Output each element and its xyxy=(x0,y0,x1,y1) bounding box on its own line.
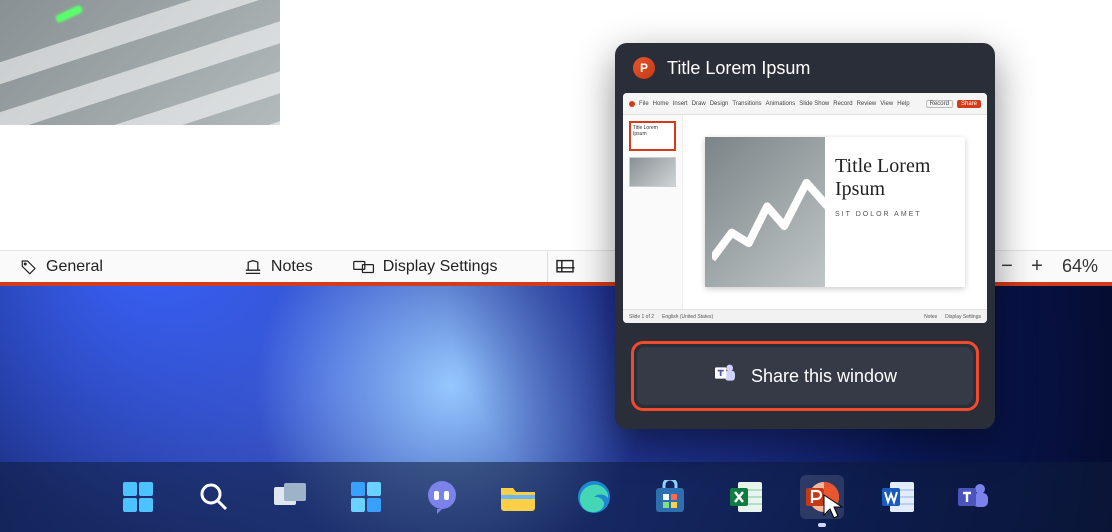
thumb-status-bar: Slide 1 of 2 English (United States) Not… xyxy=(623,309,987,323)
excel-icon[interactable] xyxy=(724,475,768,519)
task-view-icon[interactable] xyxy=(268,475,312,519)
thumb-ribbon: File Home Insert Draw Design Transitions… xyxy=(623,93,987,115)
zoom-in-button[interactable]: + xyxy=(1026,255,1048,278)
preview-titlebar[interactable]: P Title Lorem Ipsum xyxy=(615,43,995,93)
share-window-button[interactable]: Share this window xyxy=(637,347,973,405)
chat-icon[interactable] xyxy=(420,475,464,519)
word-icon[interactable] xyxy=(876,475,920,519)
thumb-main-slide: Title Lorem Ipsum SIT DOLOR AMET xyxy=(705,137,965,287)
thumb-slide-title: Title Lorem Ipsum xyxy=(835,155,955,201)
normal-view-button[interactable] xyxy=(547,251,581,282)
powerpoint-icon[interactable] xyxy=(800,475,844,519)
display-settings-icon xyxy=(353,259,375,275)
file-explorer-icon[interactable] xyxy=(496,475,540,519)
teams-icon[interactable] xyxy=(952,475,996,519)
powerpoint-logo-icon: P xyxy=(633,57,655,79)
preview-thumbnail[interactable]: File Home Insert Draw Design Transitions… xyxy=(623,93,987,323)
taskbar-preview-popup: P Title Lorem Ipsum File Home Insert Dra… xyxy=(615,43,995,429)
slide-image-fragment xyxy=(0,0,280,125)
edge-icon[interactable] xyxy=(572,475,616,519)
start-icon[interactable] xyxy=(116,475,160,519)
mouse-cursor-icon xyxy=(822,493,848,519)
zoom-level[interactable]: 64% xyxy=(1048,256,1112,277)
status-general-label: General xyxy=(46,258,103,276)
thumb-slide-subtitle: SIT DOLOR AMET xyxy=(835,211,955,218)
status-display-settings-label: Display Settings xyxy=(383,258,498,276)
status-display-settings[interactable]: Display Settings xyxy=(333,251,518,282)
share-window-label: Share this window xyxy=(751,366,897,387)
notes-icon xyxy=(243,259,263,275)
thumb-slide-2 xyxy=(629,157,676,187)
search-icon[interactable] xyxy=(192,475,236,519)
preview-window-title: Title Lorem Ipsum xyxy=(667,58,810,79)
status-notes[interactable]: Notes xyxy=(223,251,333,282)
zoom-out-button[interactable]: − xyxy=(996,255,1018,278)
status-notes-label: Notes xyxy=(271,258,313,276)
teams-share-icon xyxy=(713,362,737,391)
store-icon[interactable] xyxy=(648,475,692,519)
share-highlight: Share this window xyxy=(631,341,979,411)
thumb-slide-1: Title Lorem Ipsum xyxy=(629,121,676,151)
widgets-icon[interactable] xyxy=(344,475,388,519)
status-general[interactable]: General xyxy=(0,251,123,282)
thumb-slide-panel: Title Lorem Ipsum xyxy=(623,115,683,309)
tag-icon xyxy=(20,258,38,276)
taskbar xyxy=(0,462,1112,532)
